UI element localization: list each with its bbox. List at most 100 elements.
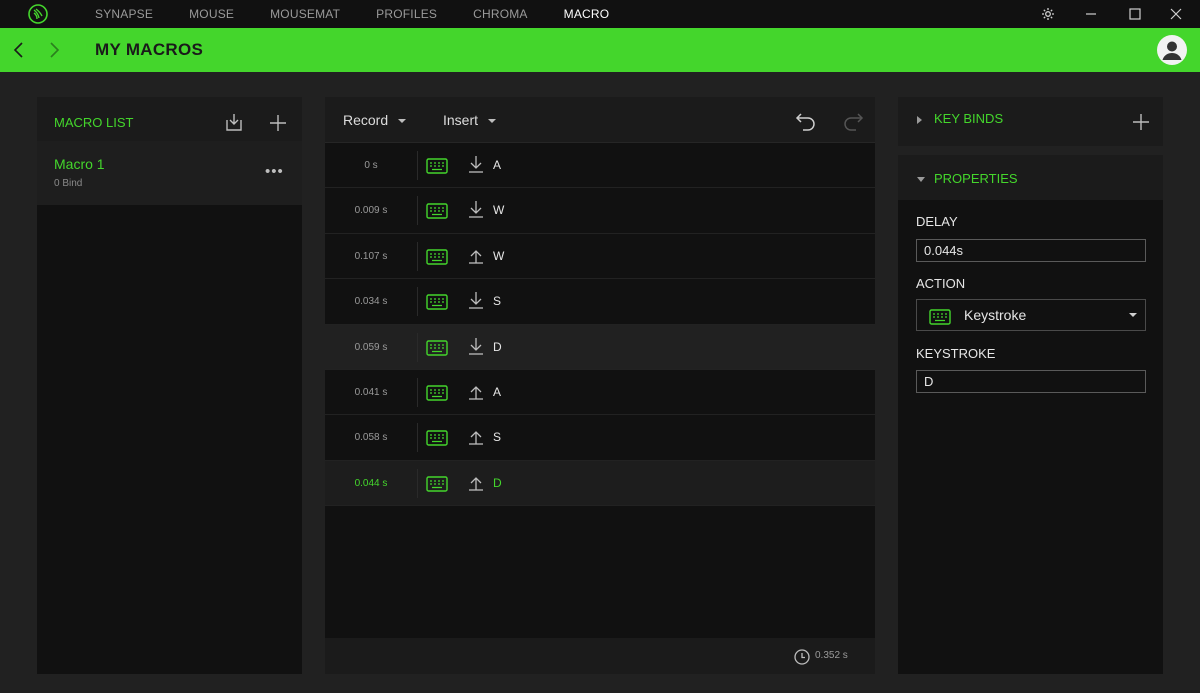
close-icon[interactable]	[1164, 0, 1188, 28]
macro-event-row[interactable]: 0.034 s S	[325, 279, 875, 325]
key-up-arrow-icon	[468, 246, 484, 264]
key-up-arrow-icon	[468, 427, 484, 445]
redo-icon[interactable]	[842, 109, 864, 131]
insert-dropdown[interactable]: Insert	[443, 97, 497, 143]
action-select[interactable]: Keystroke	[916, 299, 1146, 331]
keyboard-icon	[426, 158, 448, 174]
undo-icon[interactable]	[795, 109, 817, 131]
action-value: Keystroke	[964, 307, 1027, 323]
expand-arrow-icon[interactable]	[917, 116, 922, 124]
macro-event-list: 0 s A 0.009 s W 0.107 s W 0.034 s S 0.059 s D 0.04…	[325, 143, 875, 507]
event-key: A	[493, 384, 502, 399]
macro-list-header: MACRO LIST	[37, 97, 302, 141]
user-avatar-icon[interactable]	[1157, 35, 1187, 65]
nav-macro[interactable]: MACRO	[564, 0, 610, 28]
macro-bind-count: 0 Bind	[54, 178, 83, 189]
macro-event-row[interactable]: 0.107 s W	[325, 233, 875, 280]
event-key: S	[493, 294, 502, 309]
divider	[417, 241, 418, 271]
back-arrow-icon[interactable]	[9, 40, 29, 60]
macro-editor-panel: Record Insert 0 s A 0.009 s W 0.107 s W 0.034 …	[325, 97, 875, 674]
divider	[417, 468, 418, 498]
editor-toolbar: Record Insert	[325, 97, 875, 143]
divider	[417, 151, 418, 180]
key-down-arrow-icon	[468, 155, 484, 173]
page-header: MY MACROS	[0, 28, 1200, 72]
event-key: W	[493, 248, 505, 263]
key-down-arrow-icon	[468, 200, 484, 219]
settings-gear-icon[interactable]	[1036, 0, 1060, 28]
event-key: D	[493, 339, 502, 354]
event-key: D	[493, 475, 502, 490]
top-nav: SYNAPSE MOUSE MOUSEMAT PROFILES CHROMA M…	[95, 0, 645, 28]
total-duration: 0.352 s	[815, 650, 848, 661]
macro-list-panel: MACRO LIST Macro 1 0 Bind •••	[37, 97, 302, 674]
divider	[417, 332, 418, 362]
divider	[417, 196, 418, 226]
action-label: ACTION	[916, 276, 966, 291]
properties-panel: PROPERTIES DELAY 0.044s ACTION Keystroke…	[898, 155, 1163, 674]
record-dropdown[interactable]: Record	[343, 97, 407, 143]
event-delay: 0.034 s	[354, 296, 388, 308]
keyboard-icon	[426, 476, 448, 492]
add-macro-icon[interactable]	[269, 114, 287, 132]
forward-arrow-icon[interactable]	[44, 40, 64, 60]
key-up-arrow-icon	[468, 473, 484, 491]
keyboard-icon	[426, 339, 448, 356]
macro-list-item[interactable]: Macro 1 0 Bind •••	[37, 141, 302, 205]
properties-title: PROPERTIES	[934, 171, 1018, 186]
macro-event-row[interactable]: 0.058 s S	[325, 415, 875, 461]
razer-logo-icon	[28, 4, 48, 24]
macro-event-row[interactable]: 0.041 s A	[325, 369, 875, 416]
nav-mousemat[interactable]: MOUSEMAT	[270, 0, 340, 28]
nav-synapse[interactable]: SYNAPSE	[95, 0, 153, 28]
keyboard-icon	[426, 249, 448, 265]
caret-down-icon	[398, 119, 407, 124]
clock-icon	[794, 649, 810, 665]
collapse-arrow-icon[interactable]	[917, 177, 925, 182]
import-icon[interactable]	[224, 112, 244, 132]
nav-chroma[interactable]: CHROMA	[473, 0, 528, 28]
add-keybind-icon[interactable]	[1132, 113, 1150, 131]
divider	[417, 377, 418, 407]
delay-label: DELAY	[916, 214, 958, 229]
key-down-arrow-icon	[468, 337, 484, 355]
nav-profiles[interactable]: PROFILES	[376, 0, 437, 28]
event-delay: 0.107 s	[354, 250, 388, 262]
minimize-icon[interactable]	[1079, 0, 1103, 28]
record-label: Record	[343, 112, 389, 128]
editor-footer: 0.352 s	[325, 638, 875, 674]
divider	[417, 287, 418, 317]
key-binds-title: KEY BINDS	[934, 111, 1004, 126]
event-key: A	[493, 158, 502, 172]
caret-down-icon	[488, 119, 497, 124]
event-delay: 0.009 s	[354, 205, 388, 217]
maximize-icon[interactable]	[1123, 0, 1147, 28]
nav-mouse[interactable]: MOUSE	[189, 0, 234, 28]
event-delay: 0.058 s	[354, 432, 388, 444]
properties-header[interactable]: PROPERTIES	[898, 155, 1163, 200]
key-binds-section[interactable]: KEY BINDS	[898, 97, 1163, 146]
title-bar: SYNAPSE MOUSE MOUSEMAT PROFILES CHROMA M…	[0, 0, 1200, 28]
keyboard-icon	[426, 294, 448, 310]
keystroke-label: KEYSTROKE	[916, 346, 996, 361]
macro-event-row[interactable]: 0.059 s D	[325, 324, 875, 370]
event-delay: 0.044 s	[354, 477, 388, 489]
event-delay: 0.059 s	[354, 341, 388, 353]
more-options-icon[interactable]: •••	[265, 164, 284, 179]
keyboard-icon	[426, 385, 448, 401]
keyboard-icon	[929, 309, 951, 325]
divider	[417, 423, 418, 453]
macro-event-row[interactable]: 0 s A	[325, 143, 875, 189]
delay-field[interactable]: 0.044s	[916, 239, 1146, 262]
keyboard-icon	[426, 430, 448, 447]
page-title: MY MACROS	[95, 40, 204, 59]
event-key: S	[493, 430, 502, 445]
keystroke-field[interactable]: D	[916, 370, 1146, 393]
event-key: W	[493, 203, 505, 218]
macro-event-row[interactable]: 0.009 s W	[325, 188, 875, 234]
macro-event-row[interactable]: 0.044 s D	[325, 460, 875, 507]
event-delay: 0.041 s	[354, 386, 388, 398]
keyboard-icon	[426, 203, 448, 220]
key-up-arrow-icon	[468, 382, 484, 400]
